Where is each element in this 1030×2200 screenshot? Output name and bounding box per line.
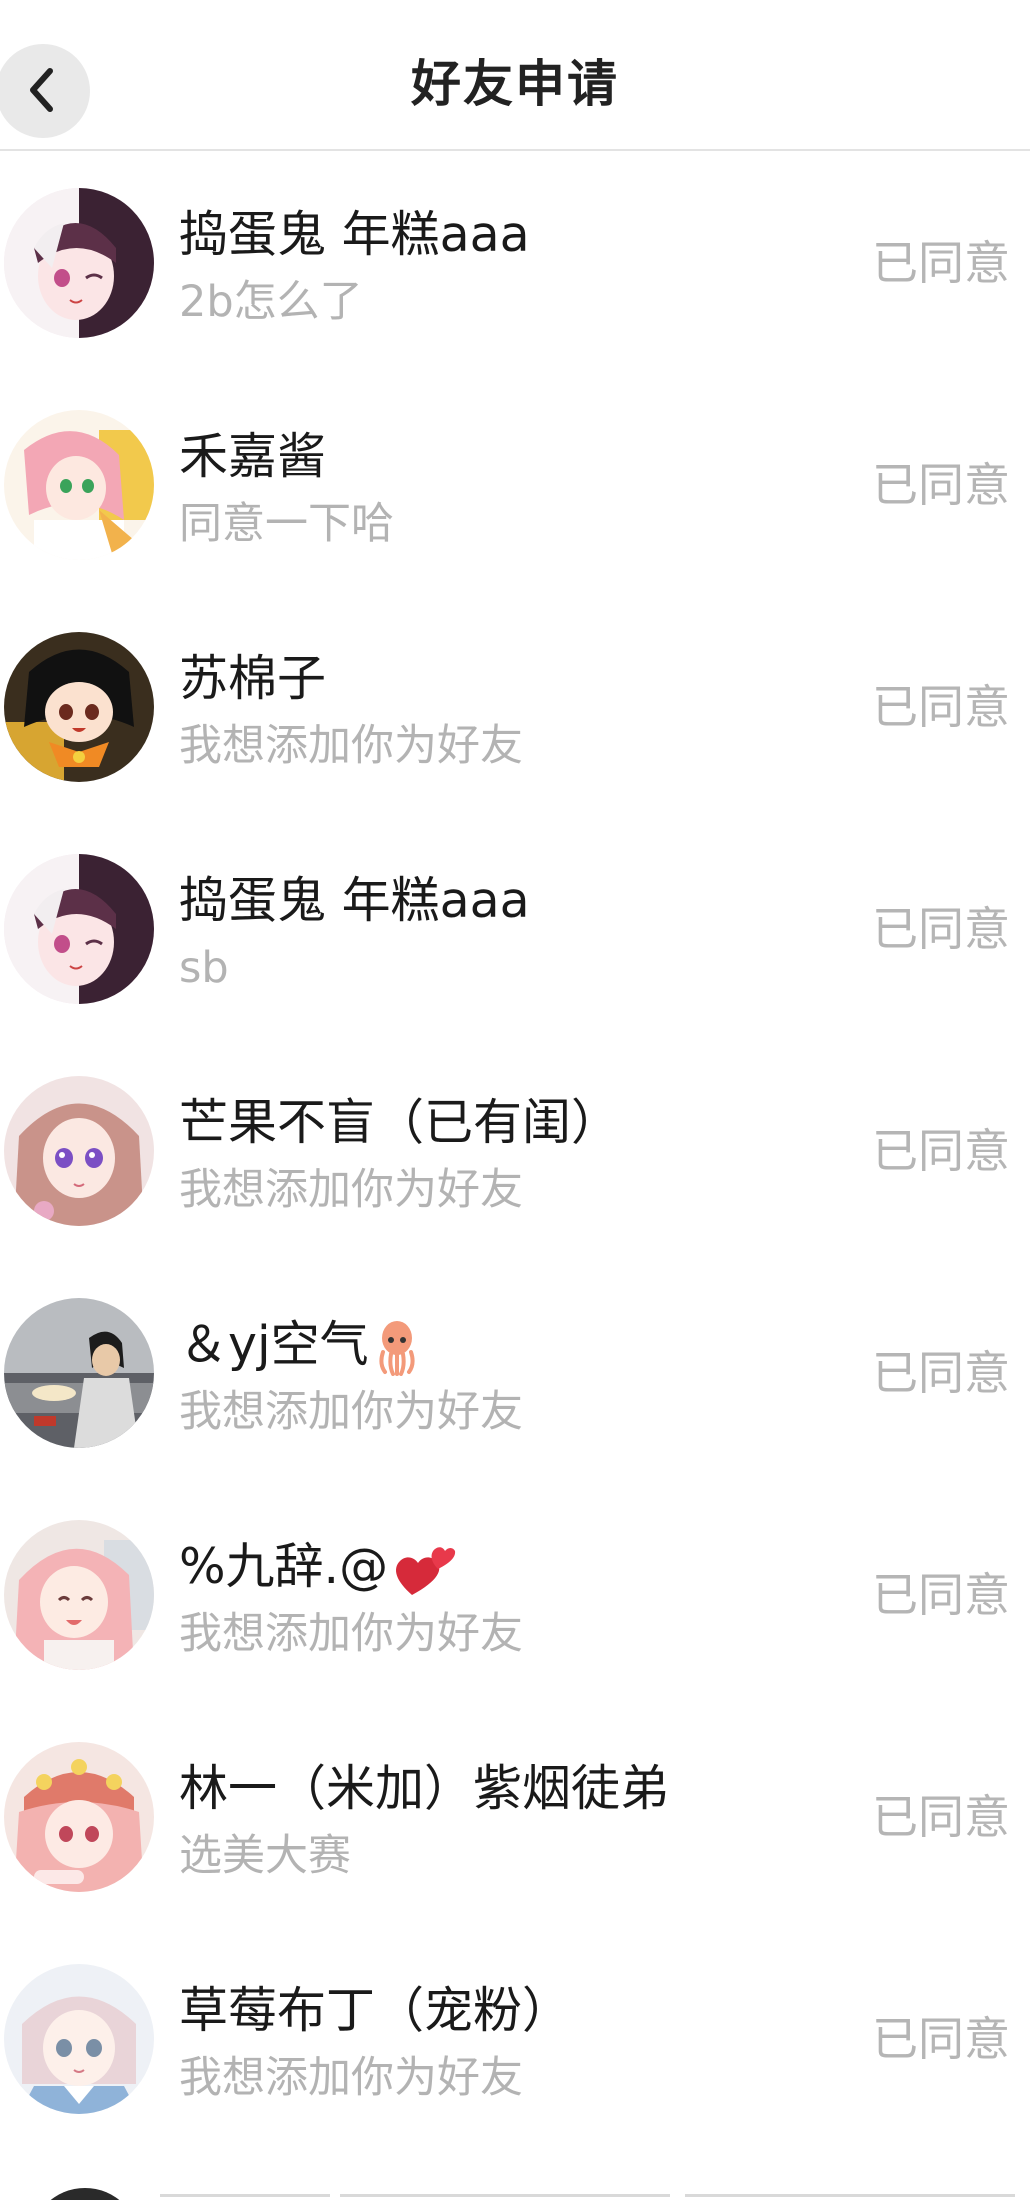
request-message: 我想添加你为好友 bbox=[179, 1165, 523, 1215]
friend-request-item[interactable]: 捣蛋鬼 年糕aaa sb 已同意 bbox=[0, 817, 1030, 1039]
requester-name-text: %九辞.@ bbox=[179, 1538, 389, 1595]
requester-name: 捣蛋鬼 年糕aaa bbox=[179, 206, 530, 263]
status-agreed: 已同意 bbox=[872, 236, 1010, 290]
requester-name: 林一（米加）紫烟徒弟 bbox=[179, 1760, 670, 1817]
requester-name: 苏棉子 bbox=[179, 650, 327, 707]
status-agreed: 已同意 bbox=[872, 902, 1010, 956]
two-hearts-icon bbox=[392, 1541, 456, 1599]
request-message: 我想添加你为好友 bbox=[179, 721, 523, 771]
avatar[interactable] bbox=[4, 1076, 154, 1226]
page-title: 好友申请 bbox=[411, 55, 619, 113]
requester-name: 芒果不盲（已有闺） bbox=[179, 1094, 621, 1151]
status-agreed: 已同意 bbox=[872, 1346, 1010, 1400]
friend-request-item[interactable]: 芒果不盲（已有闺） 我想添加你为好友 已同意 bbox=[0, 1039, 1030, 1261]
friend-request-item[interactable]: 禾嘉酱 同意一下哈 已同意 bbox=[0, 373, 1030, 595]
top-bar: 好友申请 bbox=[0, 0, 1030, 151]
status-agreed: 已同意 bbox=[872, 1568, 1010, 1622]
request-message: 我想添加你为好友 bbox=[179, 2053, 523, 2103]
request-message: 选美大赛 bbox=[179, 1831, 351, 1881]
friend-request-item[interactable]: 林一（米加）紫烟徒弟 选美大赛 已同意 bbox=[0, 1705, 1030, 1927]
requester-name: %九辞.@ bbox=[179, 1535, 456, 1599]
avatar[interactable] bbox=[4, 410, 154, 560]
status-agreed: 已同意 bbox=[872, 1790, 1010, 1844]
status-agreed: 已同意 bbox=[872, 458, 1010, 512]
request-message: 2b怎么了 bbox=[179, 277, 363, 327]
requester-name: 草莓布丁（宠粉） bbox=[179, 1982, 572, 2039]
divider bbox=[160, 2194, 330, 2197]
friend-request-item[interactable]: ＆yj空气 我想添加你为好友 已同意 bbox=[0, 1261, 1030, 1483]
friend-request-item[interactable]: %九辞.@ 我想添加你为好友 已同意 bbox=[0, 1483, 1030, 1705]
list-item-partial[interactable] bbox=[0, 2148, 1030, 2200]
friend-requests-page: 好友申请 捣蛋鬼 年糕aaa 2b怎么了 已同意 禾嘉酱 同意一下哈 已同意 苏… bbox=[0, 0, 1030, 2200]
requester-name: 禾嘉酱 bbox=[179, 428, 327, 485]
friend-request-item[interactable]: 苏棉子 我想添加你为好友 已同意 bbox=[0, 595, 1030, 817]
squid-icon bbox=[373, 1320, 421, 1376]
avatar[interactable] bbox=[4, 632, 154, 782]
avatar[interactable] bbox=[4, 1964, 154, 2114]
requester-name: ＆yj空气 bbox=[179, 1313, 421, 1377]
status-agreed: 已同意 bbox=[872, 2012, 1010, 2066]
request-message: 同意一下哈 bbox=[179, 499, 394, 549]
requester-name: 捣蛋鬼 年糕aaa bbox=[179, 872, 530, 929]
avatar[interactable] bbox=[4, 854, 154, 1004]
request-message: 我想添加你为好友 bbox=[179, 1609, 523, 1659]
status-agreed: 已同意 bbox=[872, 1124, 1010, 1178]
request-message: sb bbox=[179, 943, 229, 993]
avatar bbox=[30, 2188, 140, 2200]
requester-name-text: ＆yj空气 bbox=[179, 1316, 369, 1373]
avatar[interactable] bbox=[4, 1298, 154, 1448]
divider bbox=[685, 2194, 1015, 2197]
avatar[interactable] bbox=[4, 188, 154, 338]
friend-request-list: 捣蛋鬼 年糕aaa 2b怎么了 已同意 禾嘉酱 同意一下哈 已同意 苏棉子 我想… bbox=[0, 151, 1030, 2149]
avatar[interactable] bbox=[4, 1520, 154, 1670]
request-message: 我想添加你为好友 bbox=[179, 1387, 523, 1437]
divider bbox=[340, 2194, 670, 2197]
status-agreed: 已同意 bbox=[872, 680, 1010, 734]
avatar[interactable] bbox=[4, 1742, 154, 1892]
friend-request-item[interactable]: 草莓布丁（宠粉） 我想添加你为好友 已同意 bbox=[0, 1927, 1030, 2149]
friend-request-item[interactable]: 捣蛋鬼 年糕aaa 2b怎么了 已同意 bbox=[0, 151, 1030, 373]
